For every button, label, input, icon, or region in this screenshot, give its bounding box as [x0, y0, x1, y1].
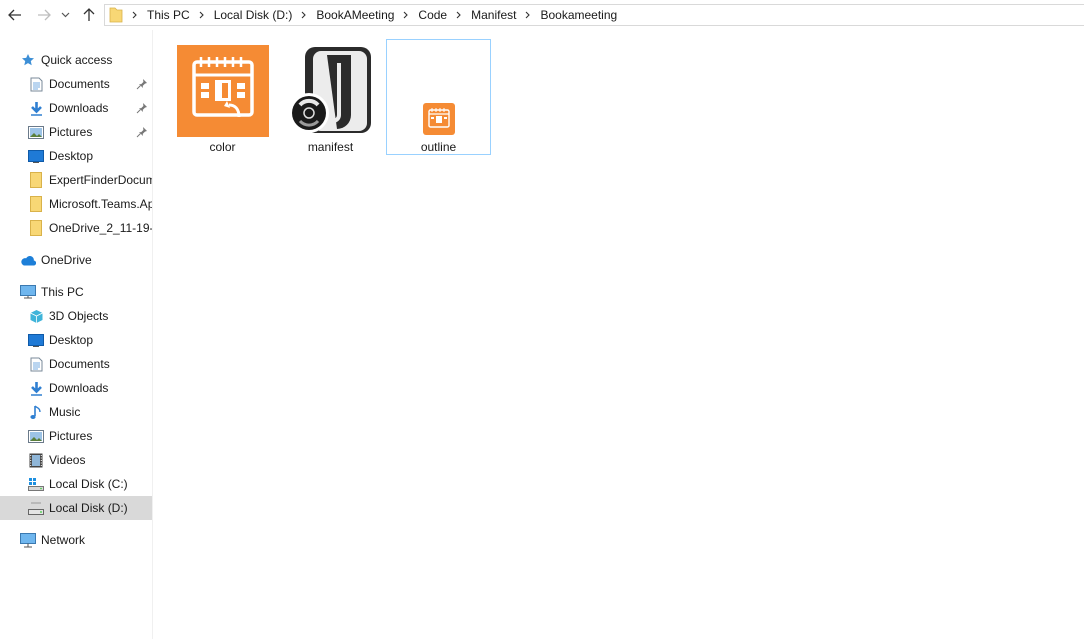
sidebar-item-label: Desktop	[49, 149, 94, 163]
drive-c-icon	[28, 476, 44, 492]
sidebar-item-label: Downloads	[49, 101, 109, 115]
sidebar-item-label: This PC	[41, 285, 84, 299]
breadcrumb-manifest[interactable]: Manifest	[470, 5, 517, 25]
sidebar-item-label: ExpertFinderDocum	[49, 173, 152, 187]
sidebar-item-downloads[interactable]: Downloads	[0, 96, 152, 120]
back-button[interactable]	[5, 5, 25, 25]
file-item-outline[interactable]: outline	[386, 39, 491, 155]
pin-icon[interactable]	[136, 102, 148, 114]
3d-objects-icon	[28, 308, 44, 324]
sidebar-item-desktop[interactable]: Desktop	[0, 144, 152, 168]
sidebar-item-label: Local Disk (C:)	[49, 477, 128, 491]
sidebar-item-quick-access[interactable]: Quick access	[0, 48, 152, 72]
file-item-color[interactable]: color	[170, 39, 275, 155]
json-file-icon	[283, 43, 379, 138]
sidebar-item-videos[interactable]: Videos	[0, 448, 152, 472]
sidebar-item-label: Pictures	[49, 125, 93, 139]
drive-d-icon	[28, 500, 44, 516]
forward-button[interactable]	[34, 5, 54, 25]
address-toolbar: This PC Local Disk (D:) BookAMeeting Cod…	[0, 0, 1084, 30]
up-button[interactable]	[79, 5, 99, 25]
chevron-down-icon	[61, 12, 69, 18]
calendar-outline-icon	[391, 43, 487, 138]
sidebar-item-label: Music	[49, 405, 81, 419]
computer-icon	[20, 284, 36, 300]
sidebar-item-label: Downloads	[49, 381, 109, 395]
file-item-manifest[interactable]: manifest	[278, 39, 383, 155]
sidebar-item-3d-objects[interactable]: 3D Objects	[0, 304, 152, 328]
breadcrumb-local-disk-d[interactable]: Local Disk (D:)	[213, 5, 294, 25]
breadcrumb-bookameeting[interactable]: BookAMeeting	[315, 5, 395, 25]
sidebar-item-label: Desktop	[49, 333, 94, 347]
sidebar-item-local-disk-c[interactable]: Local Disk (C:)	[0, 472, 152, 496]
sidebar-item-pictures[interactable]: Pictures	[0, 120, 152, 144]
sidebar-item-label: Quick access	[41, 53, 113, 67]
folder-icon	[28, 220, 44, 236]
folder-icon	[28, 196, 44, 212]
sidebar-item-label: OneDrive_2_11-19-2	[49, 221, 152, 235]
recent-locations-button[interactable]	[58, 5, 72, 25]
pin-icon[interactable]	[136, 126, 148, 138]
pictures-icon	[28, 428, 44, 444]
chevron-right-icon[interactable]	[124, 5, 146, 25]
forward-arrow-icon	[38, 9, 51, 21]
up-arrow-icon	[83, 8, 95, 21]
sidebar-item-label: Pictures	[49, 429, 93, 443]
cloud-icon	[20, 252, 36, 268]
calendar-color-icon	[175, 43, 271, 138]
sidebar-item-label: Network	[41, 533, 86, 547]
sidebar-item-desktop-pc[interactable]: Desktop	[0, 328, 152, 352]
downloads-icon	[28, 100, 44, 116]
chevron-right-icon[interactable]	[293, 5, 315, 25]
sidebar-item-onedrive-folder[interactable]: OneDrive_2_11-19-2	[0, 216, 152, 240]
breadcrumb-this-pc[interactable]: This PC	[146, 5, 191, 25]
chevron-right-icon[interactable]	[191, 5, 213, 25]
folder-icon	[108, 7, 124, 23]
sidebar-item-expertfinderdocum[interactable]: ExpertFinderDocum	[0, 168, 152, 192]
sidebar-item-label: Local Disk (D:)	[49, 501, 128, 515]
sidebar-item-label: OneDrive	[41, 253, 92, 267]
file-name: color	[209, 140, 236, 154]
sidebar-item-label: Documents	[49, 77, 110, 91]
sidebar-item-label: 3D Objects	[49, 309, 109, 323]
downloads-icon	[28, 380, 44, 396]
file-list-view[interactable]: color manifest outline	[154, 30, 1084, 639]
folder-icon	[28, 172, 44, 188]
back-arrow-icon	[8, 9, 21, 21]
sidebar-item-downloads-pc[interactable]: Downloads	[0, 376, 152, 400]
sidebar-item-local-disk-d[interactable]: Local Disk (D:)	[0, 496, 152, 520]
file-name: outline	[420, 140, 457, 154]
documents-icon	[28, 76, 44, 92]
file-name: manifest	[307, 140, 354, 154]
breadcrumb-bookameeting-current[interactable]: Bookameeting	[539, 5, 618, 25]
music-icon	[28, 404, 44, 420]
sidebar-item-microsoft-teams[interactable]: Microsoft.Teams.Ap	[0, 192, 152, 216]
sidebar-item-music[interactable]: Music	[0, 400, 152, 424]
desktop-icon	[28, 332, 44, 348]
sidebar-item-label: Documents	[49, 357, 110, 371]
sidebar-item-pictures-pc[interactable]: Pictures	[0, 424, 152, 448]
sidebar-item-label: Microsoft.Teams.Ap	[49, 197, 152, 211]
sidebar-item-network[interactable]: Network	[0, 528, 152, 552]
star-icon	[20, 52, 36, 68]
sidebar-item-documents[interactable]: Documents	[0, 72, 152, 96]
network-icon	[20, 532, 36, 548]
sidebar-item-label: Videos	[49, 453, 86, 467]
pin-icon[interactable]	[136, 78, 148, 90]
documents-icon	[28, 356, 44, 372]
chevron-right-icon[interactable]	[395, 5, 417, 25]
chevron-right-icon[interactable]	[517, 5, 539, 25]
breadcrumb-code[interactable]: Code	[417, 5, 448, 25]
navigation-pane: Quick access Documents Downloads Picture…	[0, 30, 153, 639]
pictures-icon	[28, 124, 44, 140]
sidebar-item-onedrive[interactable]: OneDrive	[0, 248, 152, 272]
videos-icon	[28, 452, 44, 468]
address-bar[interactable]: This PC Local Disk (D:) BookAMeeting Cod…	[104, 4, 1084, 26]
sidebar-item-documents-pc[interactable]: Documents	[0, 352, 152, 376]
sidebar-item-this-pc[interactable]: This PC	[0, 280, 152, 304]
chevron-right-icon[interactable]	[448, 5, 470, 25]
desktop-icon	[28, 148, 44, 164]
